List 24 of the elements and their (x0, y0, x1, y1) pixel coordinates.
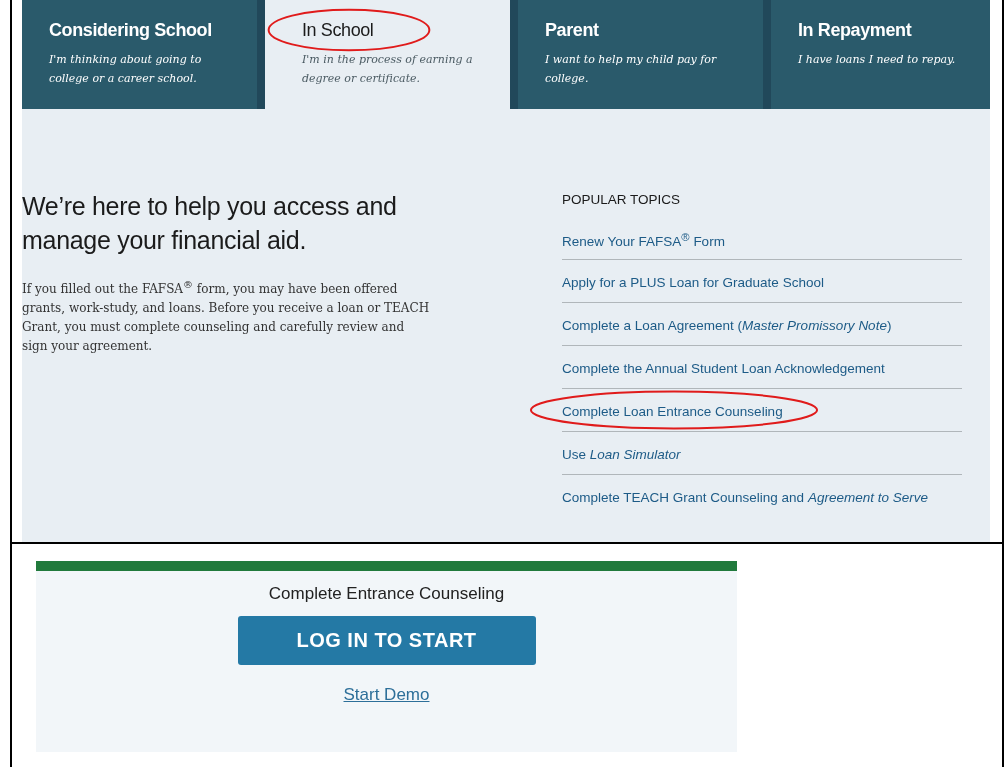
audience-tab[interactable]: In Repayment I have loans I need to repay. (771, 0, 990, 109)
start-demo-link[interactable]: Start Demo (343, 685, 430, 705)
tab-title: Considering School (49, 20, 212, 40)
log-in-button[interactable]: LOG IN TO START (237, 616, 536, 665)
audience-tab[interactable]: Considering School I'm thinking about going to college or a career school. (22, 0, 265, 109)
topic-link[interactable]: Renew Your FAFSA$^{®}$ Form (562, 233, 725, 249)
audience-tab[interactable]: In School I'm in the process of earning a degree or certificate. (265, 0, 518, 109)
topic-link[interactable]: Apply for a PLUS Loan for Graduate School (562, 275, 824, 290)
tab-title: Parent (545, 20, 599, 40)
hero-paragraph: If you filled out the FAFSA$^{®}$ form, you may have been offered grants, work-study, and loans. Before you receive a loan or TEACH Grant, you must complete counseling and carefully review and sign your agreement. (22, 278, 431, 355)
tab-title: In Repayment (798, 20, 912, 40)
hero-heading: We’re here to help you access and manage your financial aid. (22, 191, 398, 256)
tab-description: I'm in the process of earning a degree or certificate. (302, 52, 474, 87)
tab-title: In School (302, 20, 374, 40)
tab-description: I'm thinking about going to college or a career school. (49, 52, 203, 87)
tab-description: I have loans I need to repay. (798, 52, 957, 68)
card-title: Complete Entrance Counseling (268, 584, 505, 604)
topic-link[interactable]: Complete a Loan Agreement (Master Promissory Note) (562, 318, 892, 333)
popular-topics-heading: POPULAR TOPICS (562, 192, 682, 207)
topic-link[interactable]: Use Loan Simulator (562, 447, 681, 462)
topic-link[interactable]: Complete the Annual Student Loan Acknowledgement (562, 361, 885, 376)
audience-tab[interactable]: Parent I want to help my child pay for college. (518, 0, 771, 109)
topic-link[interactable]: Complete TEACH Grant Counseling and Agreement to Serve (562, 490, 928, 505)
tab-description: I want to help my child pay for college. (545, 52, 718, 87)
